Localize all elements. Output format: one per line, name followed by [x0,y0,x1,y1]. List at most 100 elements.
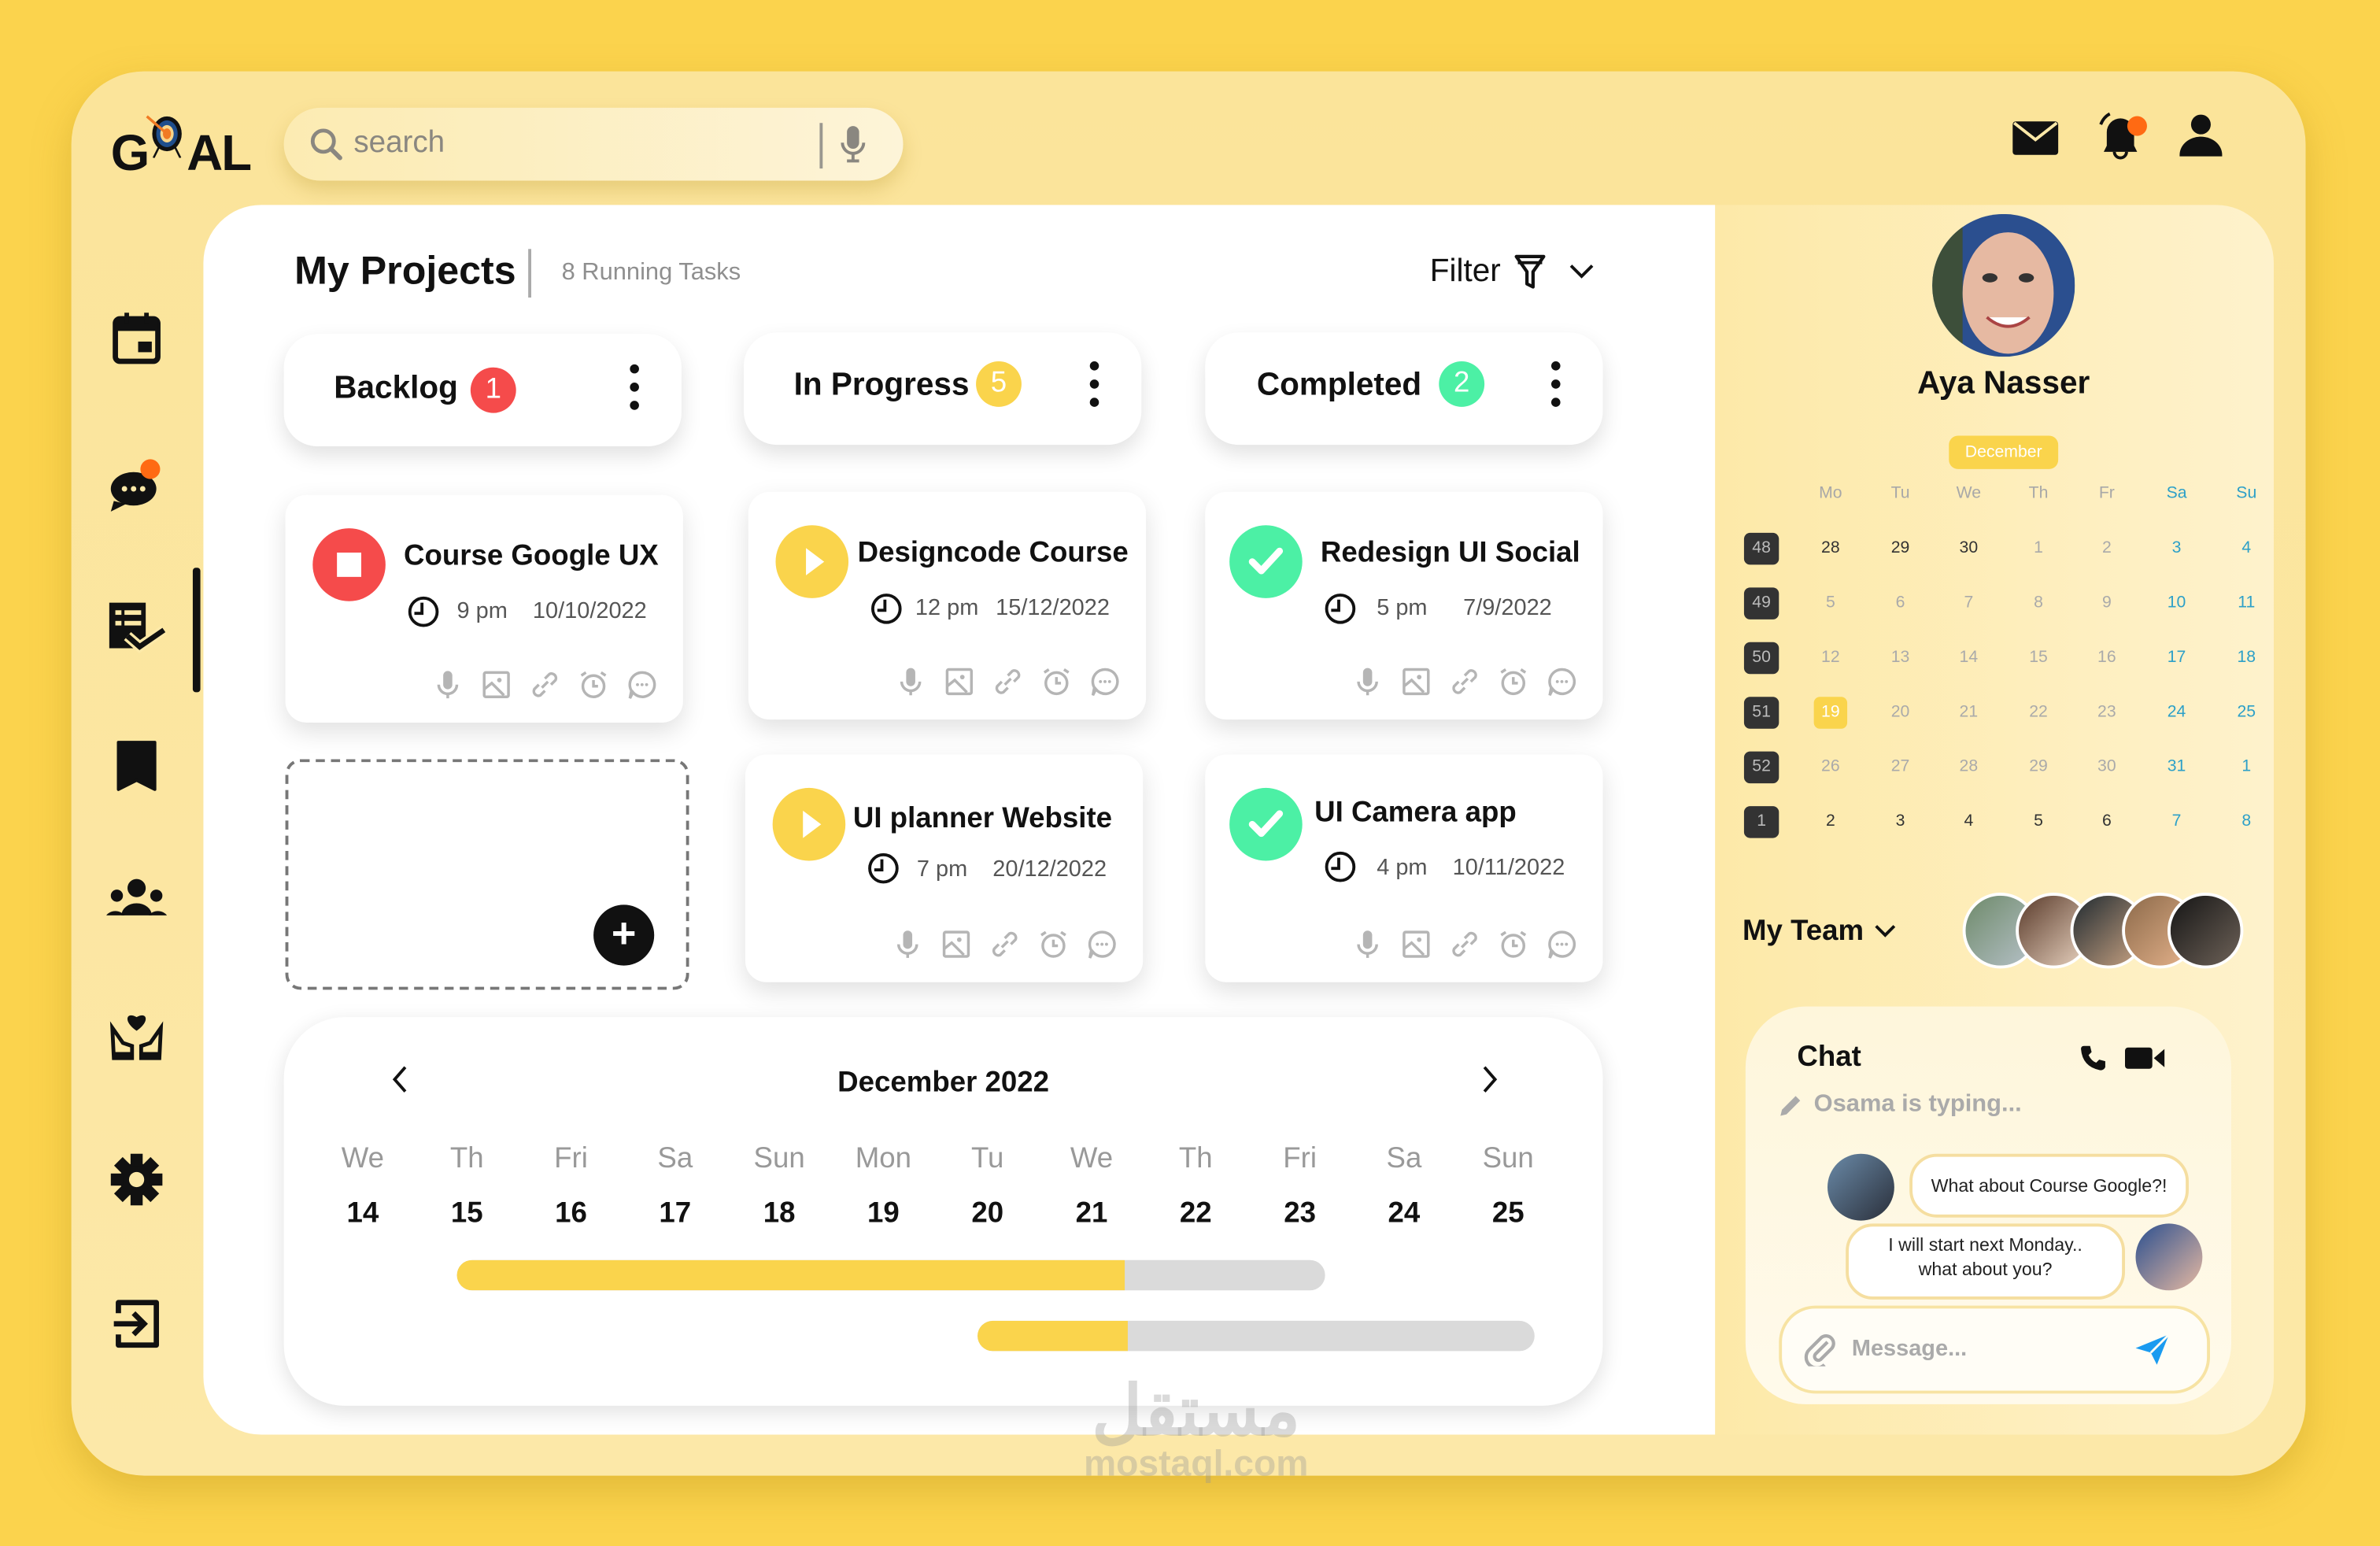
sidebar-item-logout[interactable] [106,1293,167,1354]
mini-calendar-day[interactable]: 26 [1808,752,1853,784]
sidebar-item-messages[interactable] [106,456,167,516]
image-icon[interactable] [940,927,973,960]
mic-icon[interactable] [1351,665,1384,698]
mini-calendar-day[interactable]: 14 [1946,642,1991,675]
alarm-icon[interactable] [1497,927,1530,960]
task-card[interactable]: Designcode Course 12 pm 15/12/2022 [748,491,1147,720]
link-icon[interactable] [528,668,561,701]
alarm-icon[interactable] [1037,927,1070,960]
mini-calendar-day[interactable]: 8 [2016,587,2061,619]
team-member-avatar[interactable] [2167,892,2244,969]
prev-month-button[interactable] [390,1063,412,1107]
link-icon[interactable] [1448,665,1481,698]
mini-calendar-day[interactable]: 3 [1878,806,1924,838]
image-icon[interactable] [1399,927,1432,960]
mic-icon[interactable] [431,668,464,701]
profile-avatar[interactable] [1932,213,2075,357]
timeline-date[interactable]: 18 [734,1198,825,1231]
sidebar-item-calendar[interactable] [106,308,167,368]
mini-calendar-day[interactable]: 11 [2223,587,2269,619]
comment-icon[interactable] [1088,665,1122,698]
mini-calendar-selected-day[interactable]: 19 [1813,697,1848,729]
search-input[interactable]: search [353,126,445,161]
message-input[interactable]: Message... [1779,1305,2210,1394]
column-header-completed[interactable]: Completed 2 [1205,332,1603,446]
mini-calendar-day[interactable]: 5 [2016,806,2061,838]
timeline-date[interactable]: 25 [1462,1198,1554,1231]
mini-calendar-day[interactable]: 2 [1808,806,1853,838]
task-progress-bar[interactable] [456,1259,1325,1291]
mini-calendar-day[interactable]: 21 [1946,697,1991,729]
timeline-date[interactable]: 20 [942,1198,1033,1231]
comment-icon[interactable] [1085,927,1118,960]
check-status-icon[interactable] [1229,525,1303,598]
check-status-icon[interactable] [1229,787,1303,861]
comment-icon[interactable] [1545,665,1578,698]
mini-calendar-day[interactable]: 27 [1878,752,1924,784]
mini-calendar-day[interactable]: 4 [1946,806,1991,838]
mini-calendar-day[interactable]: 10 [2154,587,2200,619]
mini-calendar-day[interactable]: 15 [2016,642,2061,675]
stop-status-icon[interactable] [312,528,386,601]
timeline-date[interactable]: 16 [526,1198,617,1231]
mini-calendar-day[interactable]: 29 [2016,752,2061,784]
mail-icon[interactable] [2011,118,2060,157]
send-icon[interactable] [2134,1333,2171,1366]
add-task-button[interactable]: + [593,904,655,966]
search-bar[interactable]: search [283,107,904,181]
alarm-icon[interactable] [1040,665,1073,698]
timeline-date[interactable]: 15 [421,1198,512,1231]
timeline-date[interactable]: 14 [317,1198,408,1231]
task-card[interactable]: Course Google UX 9 pm 10/10/2022 [285,494,683,723]
link-icon[interactable] [988,927,1021,960]
link-icon[interactable] [1448,927,1481,960]
phone-icon[interactable] [2078,1043,2108,1074]
attach-icon[interactable] [1803,1333,1836,1367]
mini-calendar-day[interactable]: 6 [1878,587,1924,619]
mini-calendar-day[interactable]: 3 [2154,533,2200,564]
comment-icon[interactable] [626,668,659,701]
mic-icon[interactable] [838,123,869,165]
mini-calendar-day[interactable]: 22 [2016,697,2061,729]
image-icon[interactable] [943,665,976,698]
mini-calendar-day[interactable]: 4 [2223,533,2269,564]
timeline-date[interactable]: 22 [1150,1198,1241,1231]
mini-calendar-day[interactable]: 31 [2154,752,2200,784]
timeline-date[interactable]: 21 [1046,1198,1137,1231]
mic-icon[interactable] [891,927,924,960]
sidebar-item-team[interactable] [105,868,168,929]
sidebar-item-care[interactable] [106,1005,167,1066]
mini-calendar-day[interactable]: 16 [2084,642,2130,675]
more-options-icon[interactable] [1089,361,1099,416]
alarm-icon[interactable] [1497,665,1530,698]
video-call-icon[interactable] [2124,1046,2166,1071]
more-options-icon[interactable] [630,364,639,419]
mini-calendar-day[interactable]: 30 [1946,533,1991,564]
mini-calendar-day[interactable]: 25 [2223,697,2269,729]
bell-icon[interactable] [2094,109,2152,167]
timeline-date[interactable]: 24 [1358,1198,1450,1231]
next-month-button[interactable] [1478,1063,1499,1107]
sidebar-item-tasks[interactable] [106,597,168,657]
timeline-date[interactable]: 23 [1255,1198,1346,1231]
task-card[interactable]: Redesign UI Social 5 pm 7/9/2022 [1205,491,1603,720]
play-status-icon[interactable] [772,787,846,861]
sidebar-item-settings[interactable] [106,1149,167,1210]
timeline-date[interactable]: 17 [630,1198,721,1231]
image-icon[interactable] [1399,665,1432,698]
task-card[interactable]: UI Camera app 4 pm 10/11/2022 [1205,754,1603,982]
filter-dropdown[interactable]: Filter [1430,253,1598,290]
mini-calendar-day[interactable]: 28 [1808,533,1853,564]
image-icon[interactable] [479,668,512,701]
mini-calendar-day[interactable]: 13 [1878,642,1924,675]
mini-calendar-day[interactable]: 28 [1946,752,1991,784]
link-icon[interactable] [991,665,1024,698]
task-card[interactable]: UI planner Website 7 pm 20/12/2022 [745,754,1144,982]
alarm-icon[interactable] [577,668,610,701]
user-icon[interactable] [2177,113,2226,161]
mini-calendar-day[interactable]: 6 [2084,806,2130,838]
mini-calendar-day[interactable]: 18 [2223,642,2269,675]
my-team-dropdown[interactable]: My Team [1743,915,1899,949]
mini-calendar-day[interactable]: 7 [2154,806,2200,838]
mini-calendar-day[interactable]: 20 [1878,697,1924,729]
